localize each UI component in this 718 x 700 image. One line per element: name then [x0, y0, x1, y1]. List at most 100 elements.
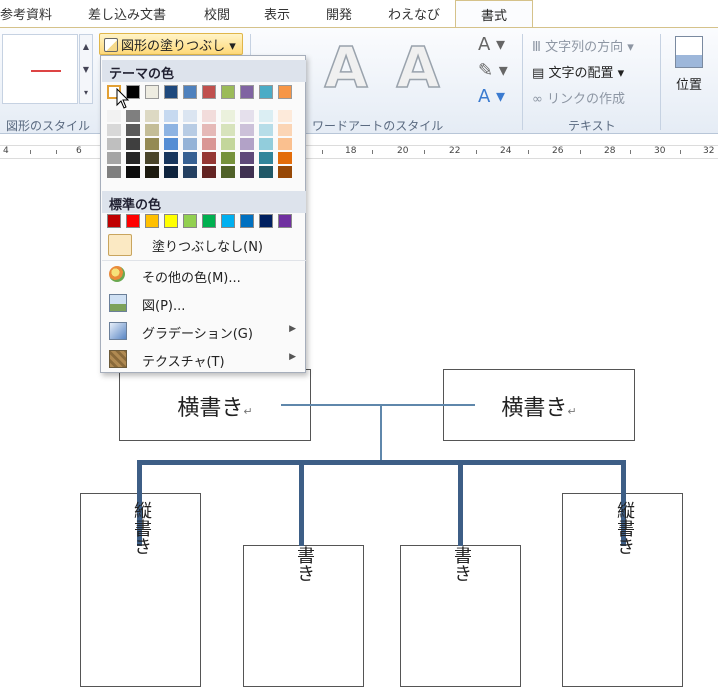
theme-shade-swatch[interactable]	[278, 138, 292, 150]
position-button[interactable]: 位置	[668, 36, 710, 93]
theme-shade-swatch[interactable]	[145, 110, 159, 122]
theme-shade-swatch[interactable]	[126, 124, 140, 136]
tab-view[interactable]: 表示	[264, 4, 290, 23]
theme-shade-swatch[interactable]	[278, 110, 292, 122]
tab-review[interactable]: 校閲	[204, 4, 230, 23]
theme-shade-swatch[interactable]	[107, 138, 121, 150]
theme-shade-swatch[interactable]	[183, 110, 197, 122]
theme-shade-swatch[interactable]	[164, 166, 178, 178]
standard-color-swatch[interactable]	[259, 214, 273, 228]
tab-developer[interactable]: 開発	[326, 4, 352, 23]
theme-shade-swatch[interactable]	[126, 166, 140, 178]
theme-shade-swatch[interactable]	[240, 166, 254, 178]
theme-shade-swatch[interactable]	[126, 152, 140, 164]
top-right-text: 横書き	[501, 396, 568, 421]
create-link-label: リンクの作成	[546, 92, 625, 107]
wordart-style-1[interactable]: A	[316, 37, 376, 101]
theme-shade-swatch[interactable]	[221, 138, 235, 150]
theme-shade-swatch[interactable]	[107, 110, 121, 122]
theme-shade-swatch[interactable]	[221, 124, 235, 136]
theme-shade-swatch[interactable]	[202, 124, 216, 136]
text-outline-icon[interactable]: ✎ ▾	[478, 60, 518, 86]
theme-shade-swatch[interactable]	[107, 152, 121, 164]
box-3-vertical-text: 書き	[451, 546, 472, 582]
theme-color-swatch[interactable]	[221, 85, 235, 99]
theme-shade-swatch[interactable]	[126, 110, 140, 122]
theme-shade-swatch[interactable]	[145, 138, 159, 150]
theme-shade-swatch[interactable]	[221, 152, 235, 164]
theme-color-swatch[interactable]	[164, 85, 178, 99]
theme-shade-swatch[interactable]	[278, 124, 292, 136]
more-colors-item[interactable]: その他の色(M)...	[102, 262, 306, 290]
theme-shade-swatch[interactable]	[278, 166, 292, 178]
theme-shade-swatch[interactable]	[240, 138, 254, 150]
text-fill-icon[interactable]: A ▾	[478, 34, 518, 60]
theme-shade-swatch[interactable]	[240, 110, 254, 122]
theme-shade-swatch[interactable]	[240, 124, 254, 136]
standard-color-swatch[interactable]	[126, 214, 140, 228]
tab-references[interactable]: 参考資料	[0, 4, 52, 23]
theme-shade-swatch[interactable]	[107, 124, 121, 136]
theme-shade-swatch[interactable]	[126, 138, 140, 150]
picture-fill-item[interactable]: 図(P)...	[102, 290, 306, 318]
theme-color-swatch[interactable]	[183, 85, 197, 99]
theme-shade-swatch[interactable]	[221, 166, 235, 178]
standard-color-swatch[interactable]	[164, 214, 178, 228]
theme-shade-swatch[interactable]	[259, 166, 273, 178]
tab-mailings[interactable]: 差し込み文書	[88, 4, 166, 23]
text-align-button[interactable]: ▤ 文字の配置 ▾	[532, 62, 624, 81]
theme-shade-swatch[interactable]	[240, 152, 254, 164]
theme-shade-swatch[interactable]	[202, 152, 216, 164]
gradient-fill-item[interactable]: グラデーション(G) ▶	[102, 318, 306, 346]
theme-shade-swatch[interactable]	[145, 124, 159, 136]
theme-shade-swatch[interactable]	[202, 138, 216, 150]
theme-shade-swatch[interactable]	[145, 166, 159, 178]
theme-shade-swatch[interactable]	[259, 152, 273, 164]
shape-fill-button[interactable]: 図形の塗りつぶし ▾	[99, 33, 243, 55]
texture-fill-item[interactable]: テクスチャ(T) ▶	[102, 346, 306, 374]
shape-style-gallery[interactable]	[2, 34, 78, 104]
theme-shade-swatch[interactable]	[278, 152, 292, 164]
ribbon-separator	[660, 34, 661, 130]
shape-gallery-scroll[interactable]: ▲ ▼ ▾	[79, 34, 93, 104]
theme-shade-swatch[interactable]	[183, 124, 197, 136]
no-fill-item[interactable]: 塗りつぶしなし(N)	[102, 231, 306, 259]
theme-shade-swatch[interactable]	[164, 138, 178, 150]
theme-color-swatch[interactable]	[259, 85, 273, 99]
theme-shade-swatch[interactable]	[202, 110, 216, 122]
theme-shade-swatch[interactable]	[183, 138, 197, 150]
tab-format[interactable]: 書式	[455, 0, 533, 28]
text-direction-button[interactable]: Ⅲ 文字列の方向 ▾	[532, 36, 634, 55]
theme-shade-swatch[interactable]	[202, 166, 216, 178]
theme-shade-swatch[interactable]	[164, 124, 178, 136]
theme-shade-swatch[interactable]	[183, 166, 197, 178]
standard-color-swatch[interactable]	[202, 214, 216, 228]
theme-shade-swatch[interactable]	[259, 110, 273, 122]
theme-shade-swatch[interactable]	[107, 166, 121, 178]
theme-shade-swatch[interactable]	[164, 152, 178, 164]
standard-color-swatch[interactable]	[145, 214, 159, 228]
text-effects-icon[interactable]: A ▾	[478, 86, 518, 112]
theme-color-swatch[interactable]	[278, 85, 292, 99]
theme-color-swatch[interactable]	[145, 85, 159, 99]
ruler-number: 28	[604, 146, 616, 156]
standard-color-swatch[interactable]	[278, 214, 292, 228]
standard-color-swatch[interactable]	[240, 214, 254, 228]
theme-shade-swatch[interactable]	[183, 152, 197, 164]
shape-fill-dropdown: テーマの色 標準の色 塗りつぶしなし(N) その他の色(M)... 図(P)..…	[100, 55, 306, 373]
theme-shade-swatch[interactable]	[259, 124, 273, 136]
theme-shade-swatch[interactable]	[164, 110, 178, 122]
theme-color-swatch[interactable]	[202, 85, 216, 99]
theme-color-swatch[interactable]	[240, 85, 254, 99]
tab-waenavi[interactable]: わえなび	[388, 4, 440, 23]
standard-color-swatch[interactable]	[221, 214, 235, 228]
standard-color-swatch[interactable]	[107, 214, 121, 228]
ruler-tick	[424, 150, 425, 154]
create-link-button[interactable]: ∞ リンクの作成	[532, 88, 625, 107]
mouse-cursor-icon	[116, 88, 130, 109]
wordart-style-2[interactable]: A	[388, 37, 448, 101]
theme-shade-swatch[interactable]	[145, 152, 159, 164]
theme-shade-swatch[interactable]	[221, 110, 235, 122]
theme-shade-swatch[interactable]	[259, 138, 273, 150]
standard-color-swatch[interactable]	[183, 214, 197, 228]
